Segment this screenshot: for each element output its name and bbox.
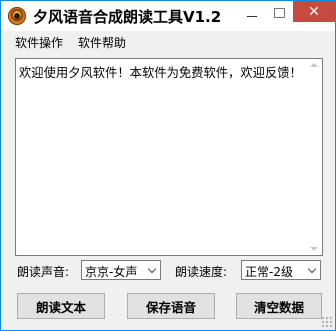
voice-select-value: 京京-女声 — [85, 265, 138, 279]
maximize-button[interactable] — [266, 1, 293, 25]
voice-select[interactable]: 京京-女声 — [81, 260, 161, 280]
menu-bar: 软件操作 软件帮助 — [1, 31, 335, 53]
chevron-down-icon[interactable] — [143, 261, 160, 279]
speaker-app-icon — [8, 7, 26, 25]
clear-data-button[interactable]: 清空数据 — [236, 293, 322, 319]
menu-software-help[interactable]: 软件帮助 — [78, 34, 126, 51]
chevron-down-icon[interactable] — [303, 261, 320, 279]
close-icon: ✕ — [308, 3, 320, 20]
editor-content[interactable]: 欢迎使用夕风软件！本软件为免费软件，欢迎反馈！ — [19, 63, 302, 81]
text-editor[interactable]: 欢迎使用夕风软件！本软件为免费软件，欢迎反馈！ — [15, 58, 323, 256]
resize-grip[interactable] — [321, 316, 333, 328]
speed-select[interactable]: 正常-2级 — [241, 260, 321, 280]
maximize-icon — [274, 8, 285, 18]
read-text-button[interactable]: 朗读文本 — [17, 293, 105, 319]
close-button[interactable]: ✕ — [293, 1, 335, 22]
minimize-button[interactable] — [237, 1, 266, 25]
scroll-down-icon[interactable] — [310, 247, 318, 251]
minimize-icon — [246, 15, 257, 17]
window-title: 夕风语音合成朗读工具V1.2 — [33, 8, 222, 26]
voice-label: 朗读声音: — [17, 265, 70, 279]
menu-software-operations[interactable]: 软件操作 — [15, 34, 63, 51]
vertical-scrollbar[interactable] — [306, 59, 322, 255]
title-bar[interactable]: 夕风语音合成朗读工具V1.2 ✕ — [1, 1, 335, 31]
app-window: 夕风语音合成朗读工具V1.2 ✕ 软件操作 软件帮助 欢迎使用夕风软件！本软件为… — [0, 0, 336, 331]
save-audio-button[interactable]: 保存语音 — [127, 293, 215, 319]
speed-select-value: 正常-2级 — [245, 265, 293, 279]
scroll-up-icon[interactable] — [310, 63, 318, 67]
speed-label: 朗读速度: — [175, 265, 228, 279]
